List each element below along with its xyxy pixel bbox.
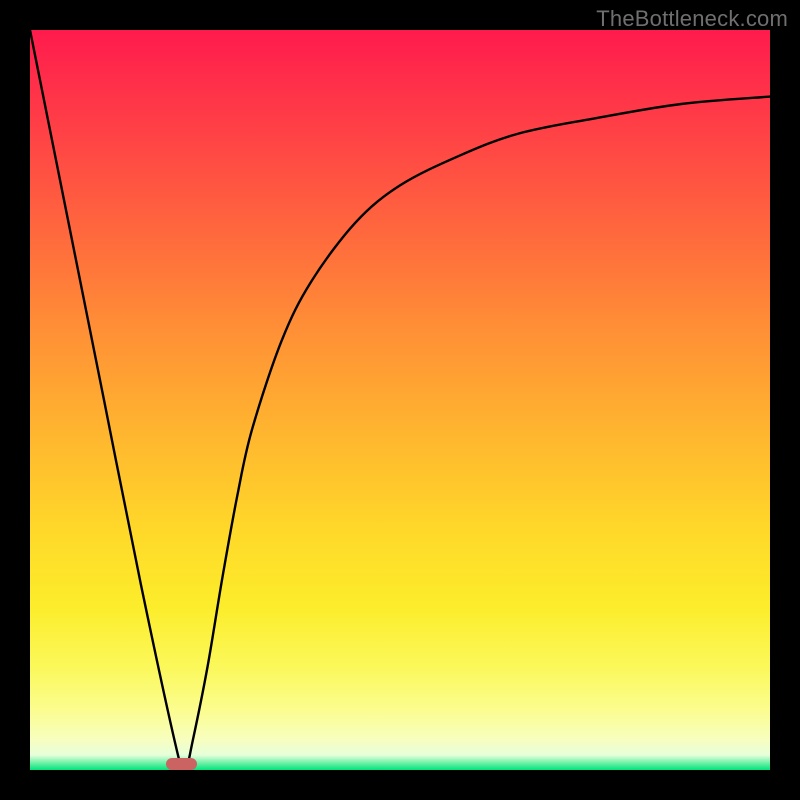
plot-area — [30, 30, 770, 770]
bottleneck-curve — [30, 30, 770, 770]
chart-frame: TheBottleneck.com — [0, 0, 800, 800]
min-marker — [166, 758, 197, 770]
watermark-text: TheBottleneck.com — [596, 6, 788, 32]
